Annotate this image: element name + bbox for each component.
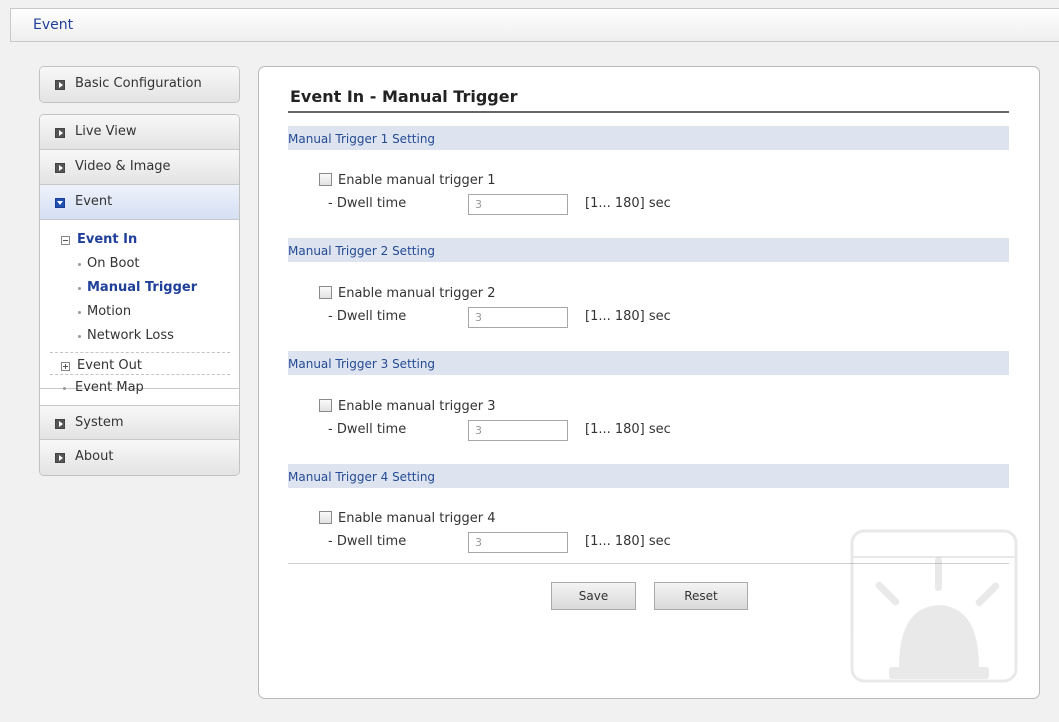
- bullet-icon: [55, 128, 65, 138]
- title-divider: [288, 111, 1009, 113]
- dwell-time-4-label: - Dwell time: [328, 534, 407, 549]
- dwell-time-2-input[interactable]: [468, 307, 568, 328]
- dwell-time-2-range: [1... 180] sec: [585, 309, 671, 324]
- sidebar-item-label: Basic Configuration: [75, 76, 202, 91]
- enable-trigger-1-checkbox[interactable]: [319, 173, 332, 186]
- dwell-time-4-input[interactable]: [468, 532, 568, 553]
- enable-trigger-1-label: Enable manual trigger 1: [338, 173, 496, 188]
- submenu-event-out[interactable]: Event Out: [77, 358, 142, 373]
- bullet-icon: [55, 419, 65, 429]
- submenu-motion[interactable]: Motion: [87, 304, 131, 319]
- section-header-label: Manual Trigger 2 Setting: [288, 244, 436, 258]
- save-button[interactable]: Save: [551, 582, 636, 610]
- dwell-time-2-label: - Dwell time: [328, 309, 407, 324]
- dwell-time-1-input[interactable]: [468, 194, 568, 215]
- submenu-on-boot[interactable]: On Boot: [87, 256, 140, 271]
- submenu-event-map[interactable]: Event Map: [75, 380, 144, 395]
- expand-plus-icon[interactable]: [61, 362, 70, 371]
- bullet-icon: [55, 453, 65, 463]
- expanded-bullet-icon: [55, 198, 65, 208]
- sidebar-item-label: Event: [75, 194, 113, 209]
- bullet-dot-icon: [78, 311, 81, 314]
- sidebar-item-label: About: [75, 449, 114, 464]
- enable-trigger-2-checkbox[interactable]: [319, 286, 332, 299]
- section-header-trigger-3: Manual Trigger 3 Setting: [288, 351, 1009, 375]
- sidebar-item-label: Video & Image: [75, 159, 171, 174]
- sidebar-basic-group: Basic Configuration: [39, 66, 240, 103]
- sidebar-nav: Live View Video & Image Event Event In O…: [39, 114, 240, 476]
- section-header-label: Manual Trigger 4 Setting: [288, 470, 436, 484]
- dwell-time-3-input[interactable]: [468, 420, 568, 441]
- sidebar-item-system[interactable]: System: [40, 405, 239, 440]
- section-header-trigger-2: Manual Trigger 2 Setting: [288, 238, 1009, 262]
- alarm-siren-icon: [850, 529, 1018, 683]
- bullet-icon: [55, 163, 65, 173]
- bullet-dot-icon: [78, 335, 81, 338]
- dwell-time-4-range: [1... 180] sec: [585, 534, 671, 549]
- dwell-time-3-label: - Dwell time: [328, 422, 407, 437]
- window-title-bar: Event: [10, 8, 1059, 42]
- reset-button[interactable]: Reset: [654, 582, 748, 610]
- sidebar-item-live-view[interactable]: Live View: [40, 115, 239, 150]
- collapse-minus-icon[interactable]: [61, 236, 70, 245]
- enable-trigger-3-label: Enable manual trigger 3: [338, 399, 496, 414]
- bullet-dot-icon: [63, 387, 66, 390]
- sidebar-item-video-image[interactable]: Video & Image: [40, 150, 239, 185]
- dwell-time-1-range: [1... 180] sec: [585, 196, 671, 211]
- sidebar-item-basic-configuration[interactable]: Basic Configuration: [40, 67, 239, 102]
- submenu-manual-trigger[interactable]: Manual Trigger: [87, 280, 197, 295]
- dwell-time-3-range: [1... 180] sec: [585, 422, 671, 437]
- page-title: Event In - Manual Trigger: [290, 87, 518, 106]
- section-header-label: Manual Trigger 3 Setting: [288, 357, 436, 371]
- submenu-network-loss[interactable]: Network Loss: [87, 328, 174, 343]
- enable-trigger-4-label: Enable manual trigger 4: [338, 511, 496, 526]
- section-header-label: Manual Trigger 1 Setting: [288, 132, 436, 146]
- divider: [50, 374, 230, 375]
- bullet-icon: [55, 80, 65, 90]
- bullet-dot-icon: [78, 287, 81, 290]
- sidebar-item-event[interactable]: Event: [40, 185, 239, 220]
- section-header-trigger-1: Manual Trigger 1 Setting: [288, 126, 1009, 150]
- bullet-dot-icon: [78, 263, 81, 266]
- window-title: Event: [33, 17, 74, 33]
- divider: [50, 352, 230, 353]
- sidebar-item-label: Live View: [75, 124, 137, 139]
- enable-trigger-3-checkbox[interactable]: [319, 399, 332, 412]
- section-header-trigger-4: Manual Trigger 4 Setting: [288, 464, 1009, 488]
- sidebar-item-label: System: [75, 415, 124, 430]
- enable-trigger-4-checkbox[interactable]: [319, 511, 332, 524]
- event-submenu: Event In On Boot Manual Trigger Motion N…: [40, 220, 239, 395]
- submenu-event-in[interactable]: Event In: [77, 232, 137, 247]
- dwell-time-1-label: - Dwell time: [328, 196, 407, 211]
- sidebar-item-about[interactable]: About: [40, 440, 239, 475]
- content-panel: Event In - Manual Trigger Manual Trigger…: [258, 66, 1040, 699]
- enable-trigger-2-label: Enable manual trigger 2: [338, 286, 496, 301]
